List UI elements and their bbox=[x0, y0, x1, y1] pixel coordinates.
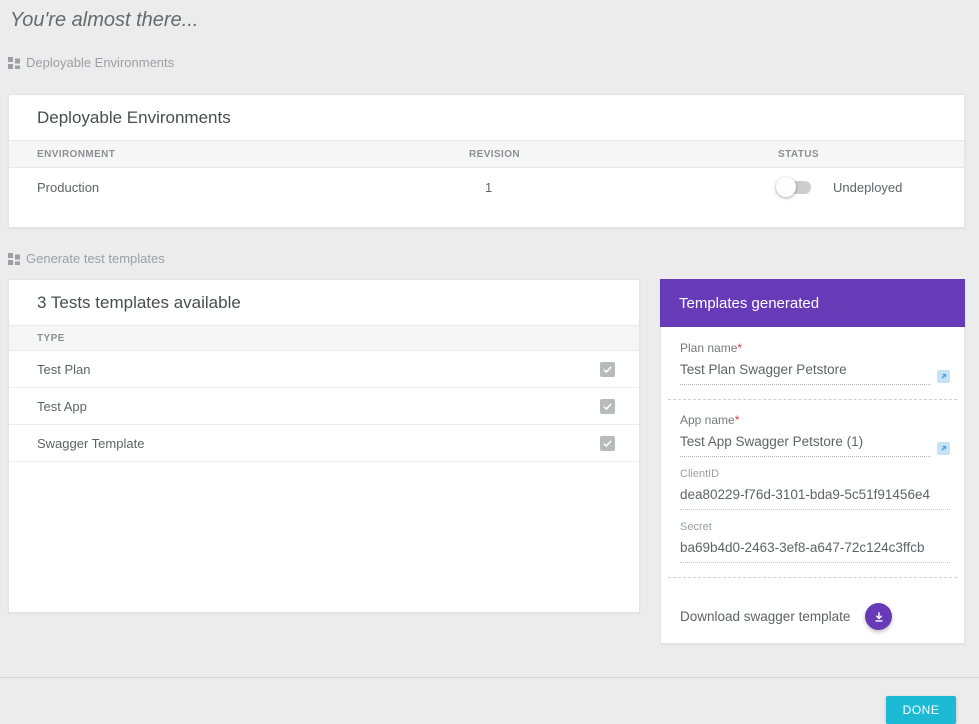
template-checkbox[interactable] bbox=[600, 362, 615, 377]
check-icon bbox=[602, 401, 613, 412]
template-type: Test Plan bbox=[37, 362, 90, 377]
secret-label: Secret bbox=[680, 521, 950, 533]
revision-value: 1 bbox=[469, 180, 778, 195]
plan-name-label: Plan name* bbox=[680, 341, 950, 355]
app-name-field: App name* Test App Swagger Petstore (1) … bbox=[661, 413, 964, 563]
done-button[interactable]: DONE bbox=[886, 696, 956, 724]
client-id-label: ClientID bbox=[680, 468, 950, 480]
templates-generated-card: Templates generated Plan name* Test Plan… bbox=[660, 279, 965, 644]
column-status: STATUS bbox=[778, 149, 964, 160]
section-label-text: Generate test templates bbox=[26, 251, 165, 266]
plan-name-field: Plan name* Test Plan Swagger Petstore bbox=[661, 341, 964, 385]
check-icon bbox=[602, 438, 613, 449]
app-name-input[interactable]: Test App Swagger Petstore (1) bbox=[680, 434, 931, 457]
section-label-environments: Deployable Environments bbox=[8, 55, 979, 70]
environments-table-header: ENVIRONMENT REVISION STATUS bbox=[9, 140, 964, 168]
test-templates-card: 3 Tests templates available TYPE Test Pl… bbox=[8, 279, 640, 613]
section-label-test-templates: Generate test templates bbox=[8, 251, 979, 266]
download-row: Download swagger template bbox=[661, 591, 964, 643]
secret-value: ba69b4d0-2463-3ef8-a647-72c124c3ffcb bbox=[680, 540, 950, 563]
dashed-divider bbox=[668, 577, 957, 578]
wizard-page: You're almost there... Deployable Enviro… bbox=[0, 0, 979, 693]
table-row: Swagger Template bbox=[9, 425, 639, 462]
grid-icon bbox=[8, 253, 20, 265]
template-type: Swagger Template bbox=[37, 436, 144, 451]
template-checkbox[interactable] bbox=[600, 436, 615, 451]
dashed-divider bbox=[668, 399, 957, 400]
table-row: Test App bbox=[9, 388, 639, 425]
toggle-knob bbox=[776, 177, 796, 197]
download-swagger-button[interactable] bbox=[865, 603, 892, 630]
column-type: TYPE bbox=[9, 333, 65, 344]
open-in-new-icon[interactable] bbox=[937, 442, 950, 455]
template-checkbox[interactable] bbox=[600, 399, 615, 414]
plan-name-input[interactable]: Test Plan Swagger Petstore bbox=[680, 362, 931, 385]
required-marker: * bbox=[735, 413, 740, 427]
templates-generated-header: Templates generated bbox=[660, 279, 965, 327]
app-name-label: App name* bbox=[680, 413, 950, 427]
environments-card: Deployable Environments ENVIRONMENT REVI… bbox=[8, 94, 965, 228]
column-environment: ENVIRONMENT bbox=[9, 149, 469, 160]
templates-table-header: TYPE bbox=[9, 325, 639, 351]
grid-icon bbox=[8, 57, 20, 69]
status-text: Undeployed bbox=[833, 180, 902, 195]
download-icon bbox=[872, 610, 886, 624]
status-cell: Undeployed bbox=[778, 180, 964, 195]
deploy-toggle[interactable] bbox=[778, 181, 811, 194]
page-heading: You're almost there... bbox=[0, 0, 979, 32]
template-type: Test App bbox=[37, 399, 87, 414]
column-revision: REVISION bbox=[469, 149, 778, 160]
environment-name: Production bbox=[9, 180, 469, 195]
table-row: Test Plan bbox=[9, 351, 639, 388]
download-label: Download swagger template bbox=[680, 609, 850, 624]
section-label-text: Deployable Environments bbox=[26, 55, 174, 70]
required-marker: * bbox=[737, 341, 742, 355]
open-in-new-icon[interactable] bbox=[937, 370, 950, 383]
environments-card-title: Deployable Environments bbox=[9, 95, 964, 140]
test-templates-card-title: 3 Tests templates available bbox=[9, 280, 639, 325]
table-row: Production 1 Undeployed bbox=[9, 168, 964, 206]
check-icon bbox=[602, 364, 613, 375]
client-id-value: dea80229-f76d-3101-bda9-5c51f91456e4 bbox=[680, 487, 950, 510]
